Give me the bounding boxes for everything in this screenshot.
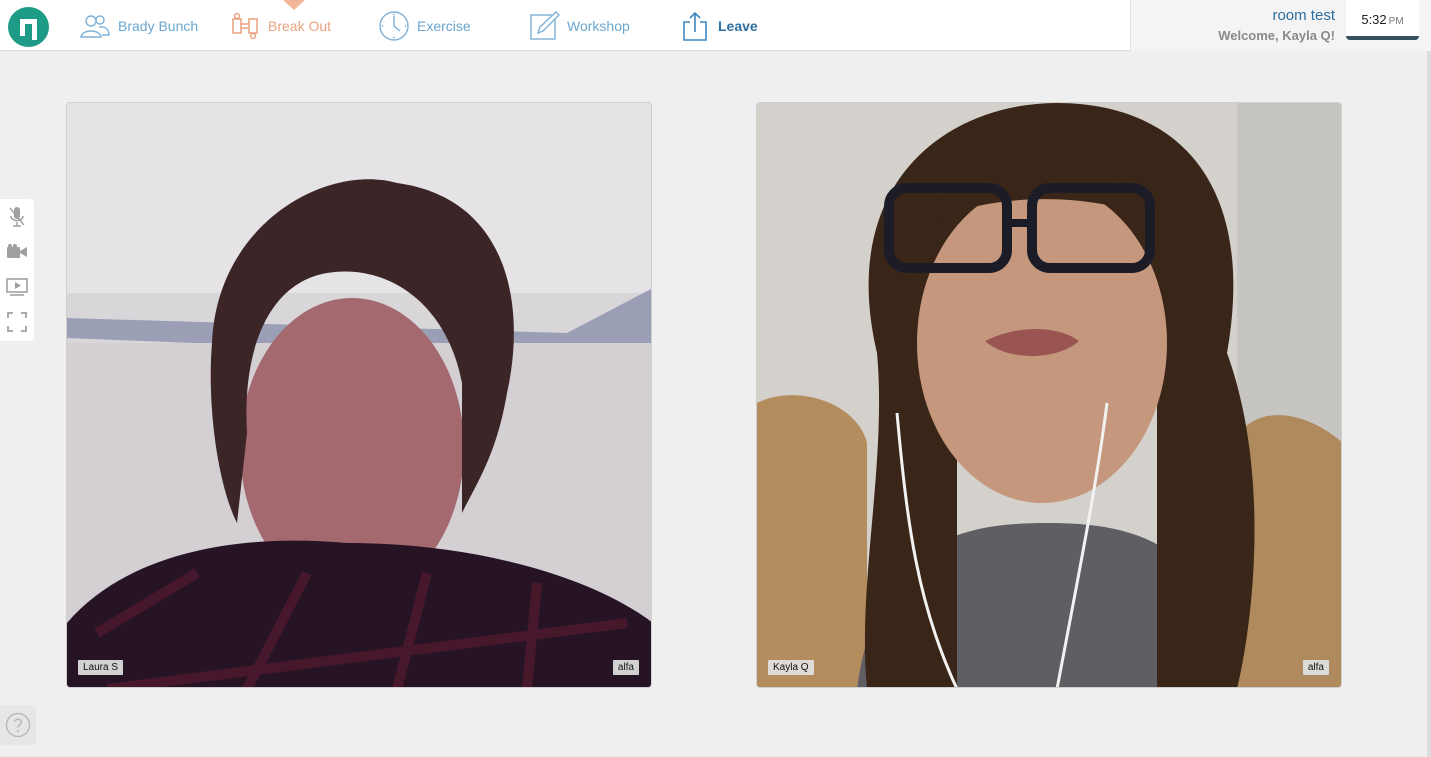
screen-share-icon[interactable] bbox=[5, 275, 29, 299]
participant-name: Kayla Q bbox=[768, 660, 814, 675]
nav-leave[interactable]: Leave bbox=[678, 0, 758, 51]
fullscreen-icon[interactable] bbox=[5, 310, 29, 334]
group-icon bbox=[78, 9, 112, 43]
video-tile-laura[interactable]: Laura S alfa bbox=[66, 102, 652, 688]
video-feed bbox=[67, 103, 651, 687]
clock: 5:32 PM bbox=[1346, 0, 1419, 40]
nav-label: Brady Bunch bbox=[118, 17, 199, 34]
clock-time: 5:32 bbox=[1361, 12, 1387, 27]
logo-icon[interactable] bbox=[8, 7, 49, 47]
participant-room: alfa bbox=[612, 660, 639, 675]
nav-label: Workshop bbox=[567, 17, 630, 34]
clock-ampm: PM bbox=[1388, 16, 1404, 27]
nav-workshop[interactable]: Workshop bbox=[527, 0, 630, 51]
clock-icon bbox=[377, 9, 411, 43]
media-controls bbox=[0, 199, 34, 341]
nav-label: Leave bbox=[718, 17, 758, 34]
nav-label: Exercise bbox=[417, 17, 471, 34]
video-feed bbox=[757, 103, 1341, 687]
room-name[interactable]: room test bbox=[1272, 7, 1335, 24]
video-tile-kayla[interactable]: Kayla Q alfa bbox=[756, 102, 1342, 688]
nav-label: Break Out bbox=[268, 17, 332, 34]
share-exit-icon bbox=[678, 9, 712, 43]
active-tab-indicator bbox=[283, 0, 305, 10]
camera-icon[interactable] bbox=[5, 240, 29, 264]
help-button[interactable] bbox=[0, 705, 36, 745]
pencil-icon bbox=[527, 9, 561, 43]
help-icon bbox=[5, 712, 31, 738]
nav-exercise[interactable]: Exercise bbox=[377, 0, 471, 51]
welcome-text: Welcome, Kayla Q! bbox=[1218, 28, 1335, 43]
participant-room: alfa bbox=[1302, 660, 1329, 675]
microphone-icon[interactable] bbox=[5, 205, 29, 229]
breakout-icon bbox=[228, 9, 262, 43]
participant-name: Laura S bbox=[78, 660, 124, 675]
top-bar: Brady Bunch Break Out Exercise Workshop … bbox=[0, 0, 1431, 51]
right-edge bbox=[1427, 51, 1431, 757]
nav-brady-bunch[interactable]: Brady Bunch bbox=[78, 0, 198, 51]
nav-break-out[interactable]: Break Out bbox=[228, 0, 331, 51]
